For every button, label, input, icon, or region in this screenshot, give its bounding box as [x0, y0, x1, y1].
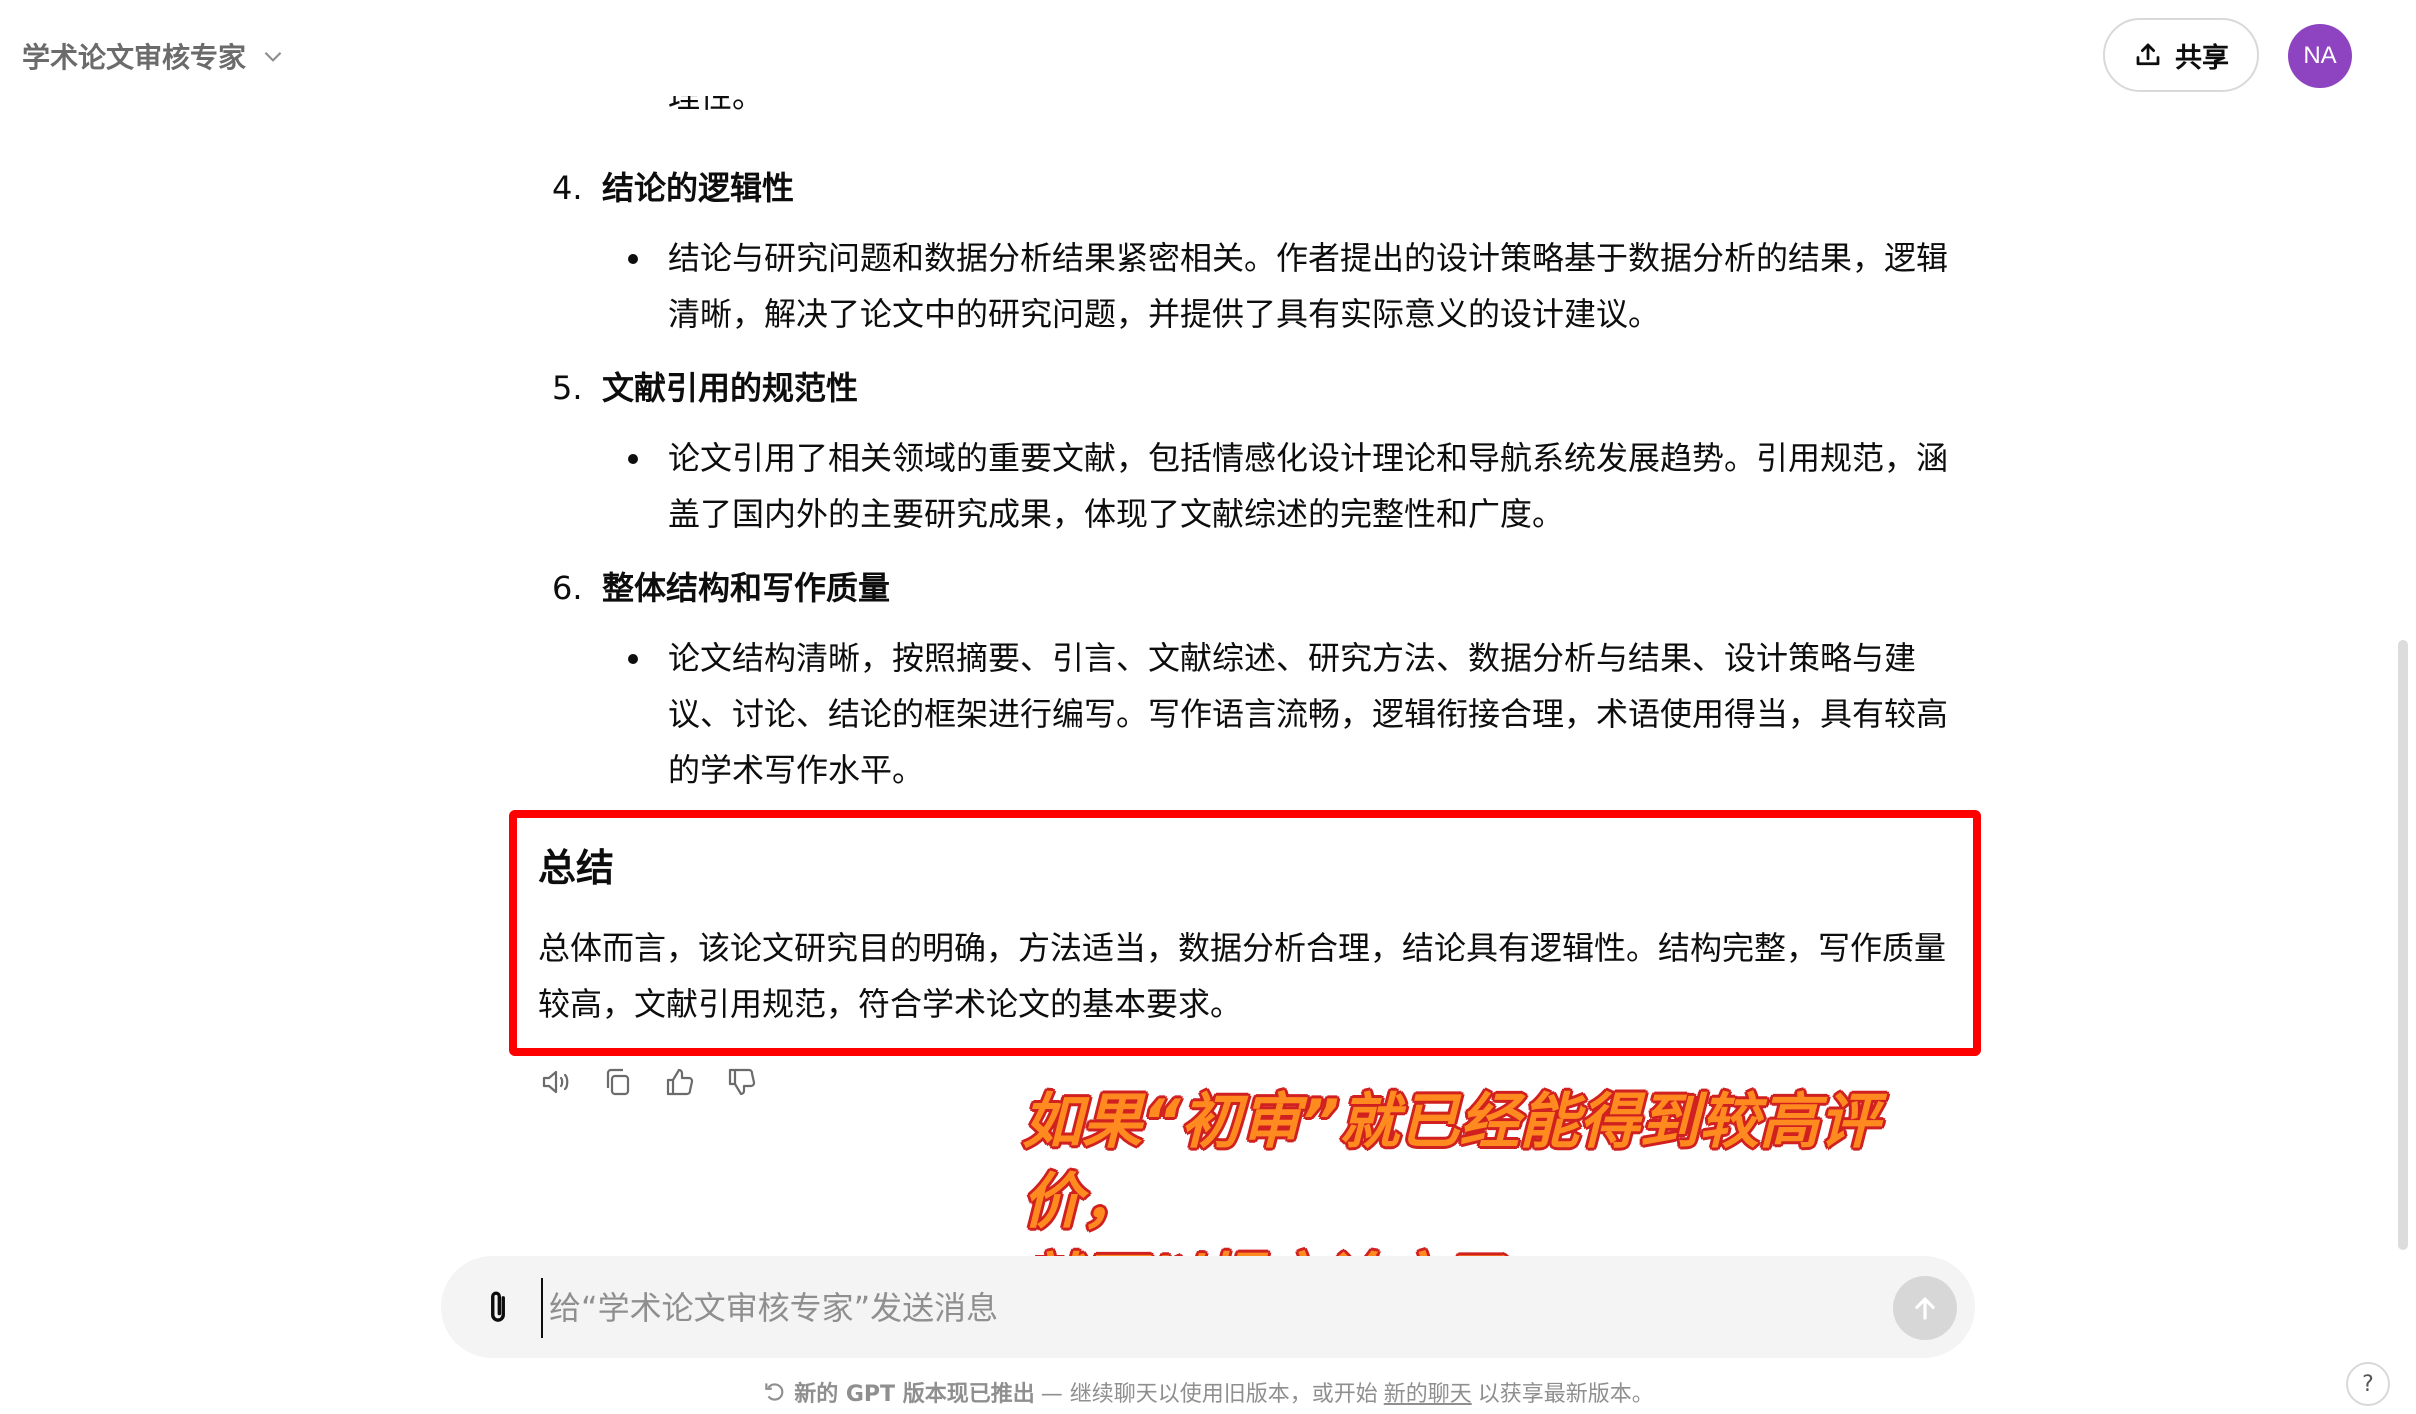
list-number: 6.	[552, 569, 583, 607]
model-picker[interactable]: 学术论文审核专家	[22, 32, 286, 80]
list-item-heading: 4. 结论的逻辑性	[552, 160, 794, 216]
gpt-refresh-icon	[765, 1383, 784, 1401]
message-composer	[441, 1256, 1975, 1358]
thumbs-down-icon	[728, 1068, 756, 1096]
list-bullet: 论文引用了相关领域的重要文献，包括情感化设计理论和导航系统发展趋势。引用规范，涵…	[620, 430, 1960, 542]
bullet-dot	[620, 230, 668, 342]
read-aloud-button[interactable]	[540, 1066, 572, 1098]
bullet-text: 论文结构清晰，按照摘要、引言、文献综述、研究方法、数据分析与结果、设计策略与建议…	[668, 639, 1949, 789]
paperclip-icon[interactable]	[477, 1286, 519, 1328]
list-bullet: 结论与研究问题和数据分析结果紧密相关。作者提出的设计策略基于数据分析的结果，逻辑…	[620, 230, 1960, 342]
footer-notice: 新的 GPT 版本现已推出 — 继续聊天以使用旧版本，或开始 新的聊天 以获享最…	[0, 1370, 2416, 1414]
copy-icon	[606, 1068, 630, 1096]
arrow-up-icon	[1915, 1297, 1935, 1320]
cut-off-text: 理性。	[668, 96, 765, 115]
footer-text-end: 以获享最新版本。	[1477, 1382, 1654, 1407]
thumbs-up-icon	[666, 1068, 694, 1096]
list-item-heading: 5. 文献引用的规范性	[552, 360, 858, 416]
bullet-text: 结论与研究问题和数据分析结果紧密相关。作者提出的设计策略基于数据分析的结果，逻辑…	[668, 239, 1949, 333]
thumbs-down-button[interactable]	[726, 1066, 758, 1098]
list-item-heading: 6. 整体结构和写作质量	[552, 560, 890, 616]
bullet-dot	[620, 430, 668, 542]
scrollbar[interactable]	[2398, 640, 2408, 1250]
share-label: 共享	[2175, 42, 2229, 74]
copy-button[interactable]	[602, 1066, 634, 1098]
list-title: 结论的逻辑性	[602, 169, 795, 207]
annotation-line-1: 如果“初审”就已经能得到较高评价，	[1022, 1087, 1880, 1237]
send-button[interactable]	[1893, 1276, 1957, 1340]
avatar-initials: NA	[2303, 42, 2337, 69]
list-title: 整体结构和写作质量	[602, 569, 891, 607]
list-number: 4.	[552, 169, 583, 207]
summary-title: 总结	[538, 846, 615, 890]
bullet-text: 论文引用了相关领域的重要文献，包括情感化设计理论和导航系统发展趋势。引用规范，涵…	[668, 439, 1949, 533]
model-name: 学术论文审核专家	[22, 41, 247, 74]
help-button[interactable]: ?	[2346, 1362, 2390, 1406]
list-title: 文献引用的规范性	[602, 369, 859, 407]
message-actions	[540, 1066, 758, 1098]
thumbs-up-button[interactable]	[664, 1066, 696, 1098]
summary-text: 总体而言，该论文研究目的明确，方法适当，数据分析合理，结论具有逻辑性。结构完整，…	[538, 929, 1947, 1023]
help-icon: ?	[2362, 1371, 2374, 1397]
new-chat-link[interactable]: 新的聊天	[1384, 1376, 1472, 1408]
share-button[interactable]: 共享	[2103, 18, 2259, 92]
footer-headline: 新的 GPT 版本现已推出	[794, 1382, 1035, 1407]
message-input[interactable]	[541, 1278, 1811, 1338]
share-upload-icon	[2136, 43, 2160, 66]
list-bullet: 论文结构清晰，按照摘要、引言、文献综述、研究方法、数据分析与结果、设计策略与建议…	[620, 630, 1960, 798]
read-aloud-icon	[542, 1070, 569, 1094]
chevron-down-icon	[264, 51, 282, 62]
footer-text: — 继续聊天以使用旧版本，或开始	[1040, 1382, 1378, 1407]
list-number: 5.	[552, 369, 583, 407]
avatar[interactable]: NA	[2288, 24, 2352, 88]
bullet-dot	[620, 630, 668, 798]
